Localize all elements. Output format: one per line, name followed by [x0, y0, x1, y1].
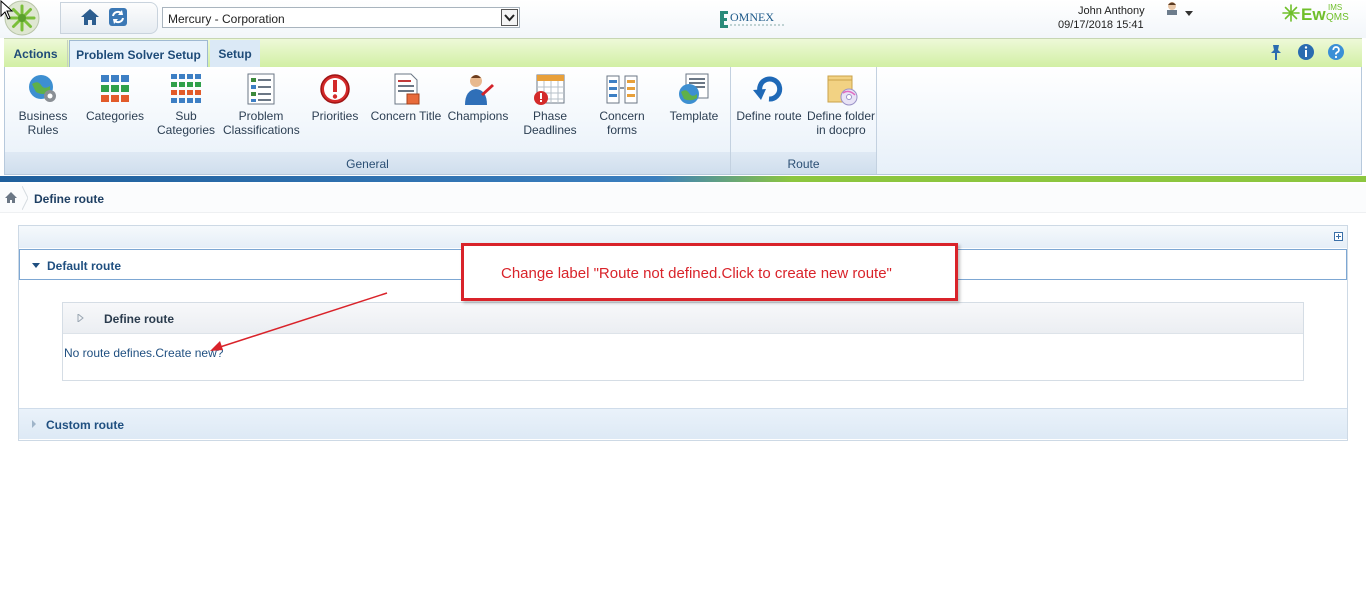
ribbon-group-divider	[876, 67, 877, 174]
expand-arrow-icon[interactable]	[76, 314, 84, 322]
home-icon[interactable]	[80, 7, 100, 27]
globe-gear-icon	[29, 75, 56, 102]
template-button[interactable]: Template	[665, 72, 723, 123]
champions-label: Champions	[447, 109, 509, 123]
sub-categories-button[interactable]: Sub Categories	[155, 72, 217, 137]
define-folder-docpro-button[interactable]: Define folder in docpro	[805, 72, 877, 137]
categories-button[interactable]: Categories	[85, 72, 145, 123]
grid-icon	[101, 75, 129, 102]
business-rules-label: Business Rules	[18, 109, 68, 137]
create-route-link[interactable]: No route defines.Create new?	[64, 346, 223, 360]
svg-text:IMS: IMS	[1328, 3, 1342, 12]
phase-deadlines-button[interactable]: Phase Deadlines	[519, 72, 581, 137]
current-datetime: 09/17/2018 15:41	[1058, 19, 1144, 31]
phase-deadlines-label: Phase Deadlines	[523, 109, 577, 137]
define-route-label: Define route	[736, 109, 802, 123]
priorities-button[interactable]: Priorities	[307, 72, 363, 123]
tab-setup[interactable]: Setup	[210, 40, 260, 67]
define-route-button[interactable]: Define route	[735, 72, 803, 123]
ribbon-group-general-label: General	[5, 152, 730, 174]
pin-icon[interactable]	[1267, 43, 1285, 61]
annotation-arrow-icon	[210, 292, 388, 351]
info-icon[interactable]	[1297, 43, 1315, 61]
ribbon-tab-bar: Actions Problem Solver Setup Setup	[4, 38, 1362, 67]
priorities-label: Priorities	[311, 109, 359, 123]
folder-cd-icon	[827, 75, 858, 106]
omnex-logo-icon: OMNEX	[720, 10, 786, 28]
top-bar: Mercury - Corporation OMNEX John Anthony…	[0, 0, 1366, 38]
concern-forms-button[interactable]: Concern forms	[593, 72, 651, 137]
custom-route-header[interactable]: Custom route	[19, 408, 1347, 439]
sub-categories-label: Sub Categories	[156, 109, 216, 137]
annotation-callout: Change label "Route not defined.Click to…	[461, 243, 958, 301]
tab-problem-solver-setup[interactable]: Problem Solver Setup	[69, 40, 208, 67]
ewqms-logo-icon: Ew IMS QMS	[1282, 3, 1349, 24]
concern-title-button[interactable]: Concern Title	[369, 72, 443, 123]
default-route-title: Default route	[47, 259, 122, 273]
custom-route-title: Custom route	[46, 418, 124, 432]
site-select[interactable]: Mercury - Corporation	[162, 7, 520, 28]
svg-text:OMNEX: OMNEX	[730, 10, 774, 24]
expand-caret-icon	[32, 420, 36, 428]
person-icon	[465, 75, 494, 105]
breadcrumb-home-icon[interactable]	[4, 191, 18, 204]
mouse-cursor-icon	[0, 0, 14, 20]
calendar-alert-icon	[534, 74, 565, 105]
problem-classifications-label: Problem Classifications	[223, 109, 300, 137]
help-icon[interactable]	[1327, 43, 1345, 61]
problem-classifications-button[interactable]: Problem Classifications	[223, 72, 300, 137]
breadcrumb: Define route	[0, 184, 1366, 213]
ribbon-group-route-label: Route	[731, 152, 876, 174]
document-title-icon	[394, 73, 420, 105]
champions-button[interactable]: Champions	[447, 72, 509, 123]
annotation-text: Change label "Route not defined.Click to…	[501, 265, 892, 282]
list-document-icon	[247, 73, 275, 105]
breadcrumb-current: Define route	[34, 192, 105, 206]
route-refresh-icon	[753, 76, 783, 102]
categories-label: Categories	[85, 109, 145, 123]
template-label: Template	[669, 109, 719, 123]
define-route-box-title: Define route	[104, 312, 175, 326]
svg-text:Ew: Ew	[1301, 5, 1326, 24]
user-menu-caret-icon[interactable]	[1185, 11, 1193, 16]
template-globe-icon	[679, 73, 709, 104]
site-select-value: Mercury - Corporation	[168, 12, 285, 26]
concern-forms-label: Concern forms	[599, 109, 645, 137]
tab-actions[interactable]: Actions	[4, 40, 68, 67]
breadcrumb-separator-icon	[22, 186, 28, 210]
form-icon	[606, 75, 638, 104]
ribbon-body: Business Rules Categories Sub Categories…	[4, 67, 1362, 175]
business-rules-button[interactable]: Business Rules	[15, 72, 71, 137]
sub-grid-icon	[171, 74, 201, 103]
user-name: John Anthony	[1078, 5, 1145, 17]
exclamation-icon	[320, 74, 350, 104]
collapse-caret-icon	[32, 263, 40, 268]
header-divider-bar	[0, 176, 1366, 182]
define-folder-docpro-label: Define folder in docpro	[806, 109, 876, 137]
refresh-icon[interactable]	[108, 7, 128, 27]
concern-title-label: Concern Title	[370, 109, 442, 123]
chevron-down-icon[interactable]	[501, 9, 518, 26]
user-avatar-icon[interactable]	[1164, 1, 1180, 15]
expand-all-icon[interactable]	[1334, 232, 1343, 241]
svg-text:QMS: QMS	[1326, 12, 1349, 23]
